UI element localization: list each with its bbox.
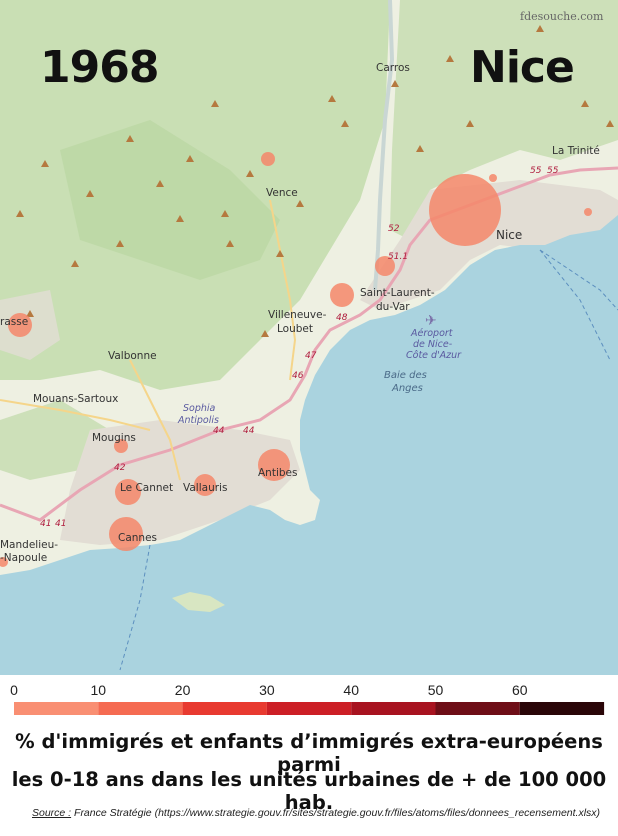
label-grasse: rasse xyxy=(0,316,28,328)
scale-color-bin xyxy=(519,702,605,715)
label-airport-2: de Nice- xyxy=(413,339,453,350)
scale-color-bin xyxy=(182,702,267,715)
source-note: Source : France Stratégie (https://www.s… xyxy=(32,807,600,819)
label-anges: Anges xyxy=(391,383,423,394)
airport-icon: ✈ xyxy=(425,313,437,329)
label-cannes: Cannes xyxy=(118,532,157,544)
scale-tick-label: 60 xyxy=(512,682,528,698)
road-number: 44 xyxy=(243,426,255,436)
label-saint-laurent-1: Saint-Laurent- xyxy=(360,287,435,299)
road-number: 41 xyxy=(40,519,51,529)
road-number: 55 xyxy=(530,166,542,176)
color-scale: 0 10 20 30 40 50 60 xyxy=(10,682,605,715)
scale-color-bin xyxy=(14,702,99,715)
scale-color-bin xyxy=(351,702,436,715)
label-mandelieu-1: Mandelieu- xyxy=(0,539,58,551)
label-mandelieu-2: -Napoule xyxy=(0,552,47,564)
label-antibes: Antibes xyxy=(258,467,297,479)
watermark: fdesouche.com xyxy=(520,10,604,23)
label-airport-3: Côte d'Azur xyxy=(406,350,462,361)
circle-la-trinite-2[interactable] xyxy=(584,208,592,216)
scale-tick-label: 20 xyxy=(175,682,191,698)
label-villeneuve-2: Loubet xyxy=(277,323,313,335)
scale-color-bin xyxy=(266,702,352,715)
road-number: 47 xyxy=(305,351,317,361)
scale-tick-label: 50 xyxy=(428,682,444,698)
road-number: 48 xyxy=(336,313,348,323)
label-baie-des: Baie des xyxy=(384,370,427,381)
scale-tick-label: 40 xyxy=(343,682,359,698)
scale-color-bin xyxy=(98,702,183,715)
label-antipolis: Antipolis xyxy=(177,415,219,426)
circle-villeneuve-loubet[interactable] xyxy=(330,283,354,307)
label-carros: Carros xyxy=(376,62,410,74)
label-airport-1: Aéroport xyxy=(410,328,454,339)
title-city: Nice xyxy=(470,42,575,93)
label-sophia: Sophia xyxy=(183,403,216,414)
scale-color-bin xyxy=(435,702,520,715)
source-label: Source : xyxy=(32,807,72,819)
road-number: 42 xyxy=(114,463,126,473)
circle-vence[interactable] xyxy=(261,152,275,166)
road-number: 55 xyxy=(547,166,559,176)
scale-tick-label: 30 xyxy=(259,682,275,698)
label-villeneuve-1: Villeneuve- xyxy=(268,309,327,321)
road-number: 41 xyxy=(55,519,66,529)
circle-la-trinite[interactable] xyxy=(489,174,497,182)
label-mougins: Mougins xyxy=(92,432,136,444)
source-text: France Stratégie (https://www.strategie.… xyxy=(71,807,601,819)
scale-tick-label: 10 xyxy=(91,682,107,698)
label-le-cannet: Le Cannet xyxy=(120,482,173,494)
label-la-trinite: La Trinité xyxy=(552,145,600,157)
road-number: 44 xyxy=(213,426,225,436)
road-number: 52 xyxy=(388,224,400,234)
label-vence: Vence xyxy=(266,187,298,199)
scale-tick-label: 0 xyxy=(10,682,18,698)
label-mouans-sartoux: Mouans-Sartoux xyxy=(33,393,118,405)
label-vallauris: Vallauris xyxy=(183,482,227,494)
label-nice: Nice xyxy=(496,228,522,242)
circle-nice[interactable] xyxy=(429,174,501,246)
label-saint-laurent-2: du-Var xyxy=(376,301,410,313)
label-valbonne: Valbonne xyxy=(108,350,157,362)
road-number: 46 xyxy=(292,371,304,381)
map[interactable]: ✈ Carros La Trinité Vence Nice Saint-Lau… xyxy=(0,0,618,675)
title-year: 1968 xyxy=(40,42,159,93)
road-number: 51.1 xyxy=(388,252,408,262)
